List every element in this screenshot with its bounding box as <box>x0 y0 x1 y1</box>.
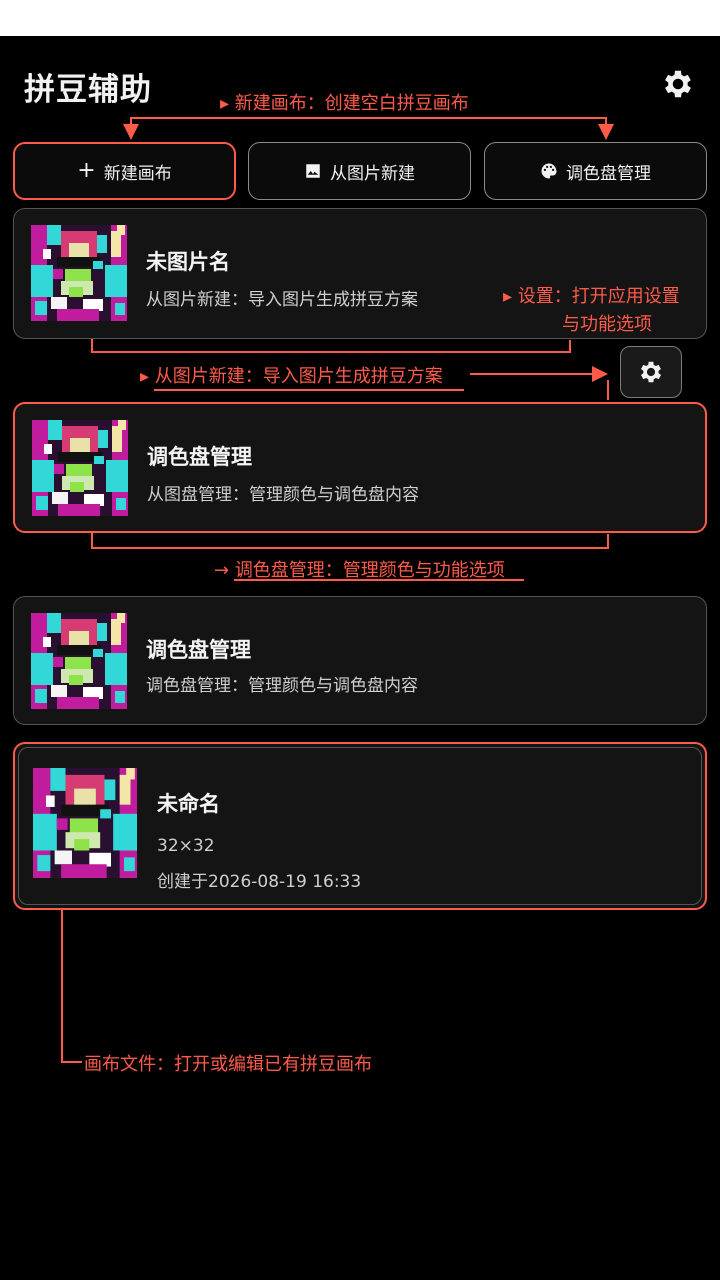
annotation-settings-line1: ▸ 设置：打开应用设置 <box>503 286 680 307</box>
image-icon <box>306 164 320 178</box>
canvas-thumbnail <box>31 225 127 321</box>
palette-management-button[interactable]: 调色盘管理 <box>484 142 707 200</box>
palette-icon <box>541 163 557 179</box>
card-title: 调色盘管理 <box>146 638 251 662</box>
gear-icon[interactable] <box>660 66 696 102</box>
annotation-palette: → 调色盘管理：管理颜色与功能选项 <box>214 560 505 581</box>
canvas-thumbnail <box>32 420 128 516</box>
list-item[interactable]: 调色盘管理 从图盘管理：管理颜色与调色盘内容 <box>13 402 707 533</box>
plus-icon: + <box>77 158 96 183</box>
canvas-thumbnail <box>33 768 137 878</box>
app-title: 拼豆辅助 <box>24 72 152 108</box>
annotation-canvas-file: 画布文件：打开或编辑已有拼豆画布 <box>84 1054 372 1075</box>
canvas-file-item[interactable]: 未命名 32×32 创建于2026-08-19 16:33 <box>13 742 707 910</box>
card-subtitle: 调色盘管理：管理颜色与调色盘内容 <box>146 676 418 696</box>
card-subtitle: 从图盘管理：管理颜色与调色盘内容 <box>147 485 419 505</box>
created-date: 创建于2026-08-19 16:33 <box>157 872 362 892</box>
from-image-button[interactable]: 从图片新建 <box>248 142 471 200</box>
annotation-settings-line2: 与功能选项 <box>562 314 652 335</box>
annotation-from-image: ▸ 从图片新建：导入图片生成拼豆方案 <box>140 366 443 387</box>
card-title: 未命名 <box>157 792 220 816</box>
annotation-new-canvas: ▸ 新建画布：创建空白拼豆画布 <box>220 93 469 114</box>
gear-icon <box>640 361 662 383</box>
canvas-size: 32×32 <box>157 836 215 856</box>
settings-button[interactable] <box>620 346 682 398</box>
card-title: 未图片名 <box>146 250 230 274</box>
canvas-thumbnail <box>31 613 127 709</box>
status-bar-area <box>0 0 720 36</box>
list-item[interactable]: 调色盘管理 调色盘管理：管理颜色与调色盘内容 <box>13 596 707 725</box>
card-subtitle: 从图片新建：导入图片生成拼豆方案 <box>146 290 418 310</box>
new-canvas-button[interactable]: + 新建画布 <box>13 142 236 200</box>
card-title: 调色盘管理 <box>147 445 252 469</box>
